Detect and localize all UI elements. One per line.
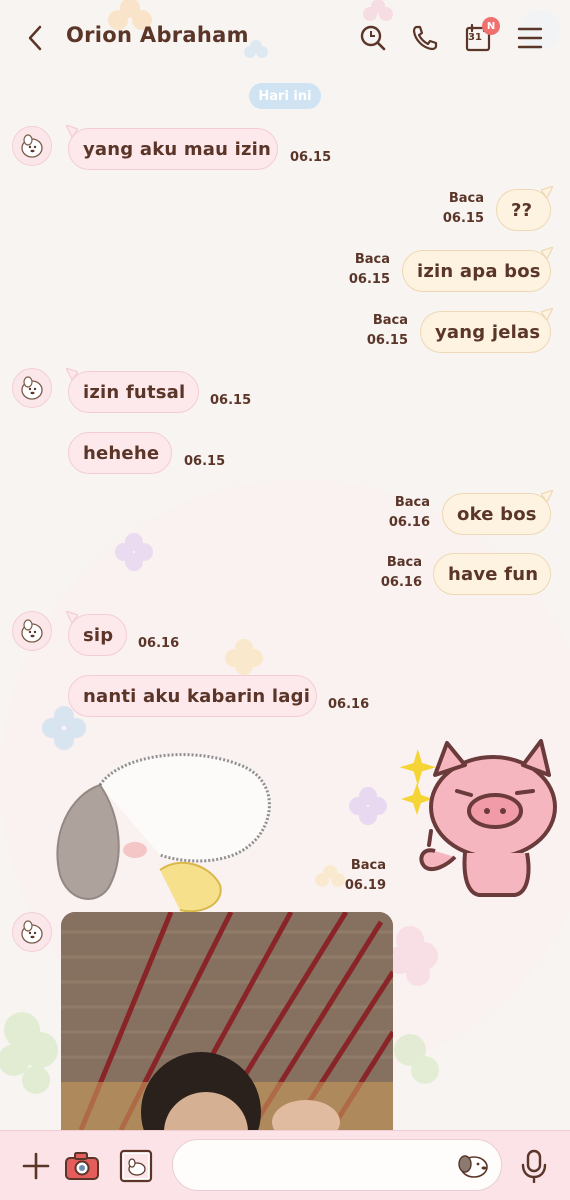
bubble-tail: [541, 247, 553, 259]
message-time: 06.16: [138, 636, 180, 651]
menu-icon: [517, 27, 543, 49]
message-text: have fun: [448, 563, 539, 585]
message-meta: Baca 06.16: [382, 493, 430, 533]
voice-button[interactable]: [516, 1148, 552, 1184]
message-time: 06.19: [344, 878, 386, 893]
message-text: oke bos: [457, 503, 537, 525]
photo-message[interactable]: [61, 912, 393, 1130]
message-time: 06.16: [388, 515, 430, 530]
message-text: hehehe: [83, 442, 160, 464]
read-status: Baca: [448, 191, 484, 206]
search-button[interactable]: [357, 22, 389, 54]
message-bubble-incoming[interactable]: nanti aku kabarin lagi: [68, 675, 317, 717]
message-input[interactable]: [172, 1139, 502, 1191]
composer-bar: [0, 1130, 570, 1200]
read-status: Baca: [386, 555, 422, 570]
call-button[interactable]: [409, 22, 441, 54]
message-meta: Baca 06.16: [374, 553, 422, 593]
message-time: 06.15: [210, 393, 252, 408]
bubble-tail: [541, 186, 553, 198]
calendar-button[interactable]: 31 N: [462, 17, 500, 54]
message-time: 06.15: [184, 454, 226, 469]
read-status: Baca: [350, 858, 386, 873]
message-meta: Baca 06.15: [340, 250, 390, 290]
message-time: 06.16: [380, 575, 422, 590]
message-time: 06.15: [366, 333, 408, 348]
gallery-icon: [119, 1149, 153, 1183]
contact-avatar[interactable]: [12, 611, 52, 651]
phone-icon: [412, 25, 438, 51]
search-icon: [360, 25, 386, 51]
avatar-icon: [21, 920, 43, 944]
attach-button[interactable]: [18, 1148, 54, 1184]
contact-avatar[interactable]: [12, 126, 52, 166]
message-time: 06.16: [328, 697, 370, 712]
bubble-tail: [541, 490, 553, 502]
message-text: izin apa bos: [417, 260, 541, 282]
message-time: 06.15: [290, 150, 332, 165]
calendar-badge: N: [482, 17, 500, 35]
message-text: yang jelas: [435, 321, 541, 343]
bubble-tail: [66, 125, 78, 137]
photo-image: [61, 912, 393, 1130]
emoji-button[interactable]: [454, 1149, 490, 1181]
contact-avatar[interactable]: [12, 912, 52, 952]
message-text: izin futsal: [83, 381, 186, 403]
contact-avatar[interactable]: [12, 368, 52, 408]
message-bubble-incoming[interactable]: sip: [66, 611, 127, 656]
avatar-icon: [21, 134, 43, 158]
bubble-tail: [541, 308, 553, 320]
avatar-icon: [21, 619, 43, 643]
calendar-day: 31: [468, 32, 482, 43]
bubble-tail: [66, 368, 78, 380]
plus-icon: [22, 1152, 50, 1180]
message-text: yang aku mau izin: [83, 138, 272, 160]
camera-icon: [65, 1152, 99, 1180]
message-bubble-incoming[interactable]: yang aku mau izin: [66, 125, 278, 170]
back-icon: [28, 25, 42, 51]
message-bubble-outgoing[interactable]: yang jelas: [420, 308, 553, 353]
message-bubble-outgoing[interactable]: have fun: [433, 553, 551, 595]
back-button[interactable]: [20, 22, 52, 54]
read-status: Baca: [394, 495, 430, 510]
microphone-icon: [521, 1149, 547, 1183]
bubble-tail: [66, 611, 78, 623]
message-text: sip: [83, 624, 114, 646]
message-bubble-outgoing[interactable]: izin apa bos: [402, 247, 553, 292]
snoopy-doodle: [56, 753, 271, 913]
gallery-button[interactable]: [118, 1148, 154, 1184]
message-text: nanti aku kabarin lagi: [83, 685, 311, 707]
message-time: 06.15: [442, 211, 484, 226]
menu-button[interactable]: [514, 22, 546, 54]
read-status: Baca: [372, 313, 408, 328]
message-meta: Baca 06.15: [436, 189, 484, 229]
emoji-icon: [458, 1155, 488, 1178]
message-bubble-incoming[interactable]: izin futsal: [66, 368, 199, 413]
message-meta: Baca 06.19: [336, 856, 386, 896]
date-divider: Hari ini: [249, 83, 321, 109]
pig-sticker[interactable]: [395, 735, 560, 900]
message-time: 06.15: [348, 272, 390, 287]
message-bubble-outgoing[interactable]: oke bos: [442, 490, 553, 535]
message-bubble-incoming[interactable]: hehehe: [68, 432, 172, 474]
message-meta: Baca 06.15: [360, 311, 408, 351]
camera-button[interactable]: [64, 1148, 100, 1184]
chat-title: Orion Abraham: [66, 23, 249, 47]
chat-header: Orion Abraham 31 N: [0, 0, 570, 78]
read-status: Baca: [354, 252, 390, 267]
message-bubble-outgoing[interactable]: ??: [496, 186, 553, 231]
message-text: ??: [511, 199, 533, 221]
avatar-icon: [21, 376, 43, 400]
